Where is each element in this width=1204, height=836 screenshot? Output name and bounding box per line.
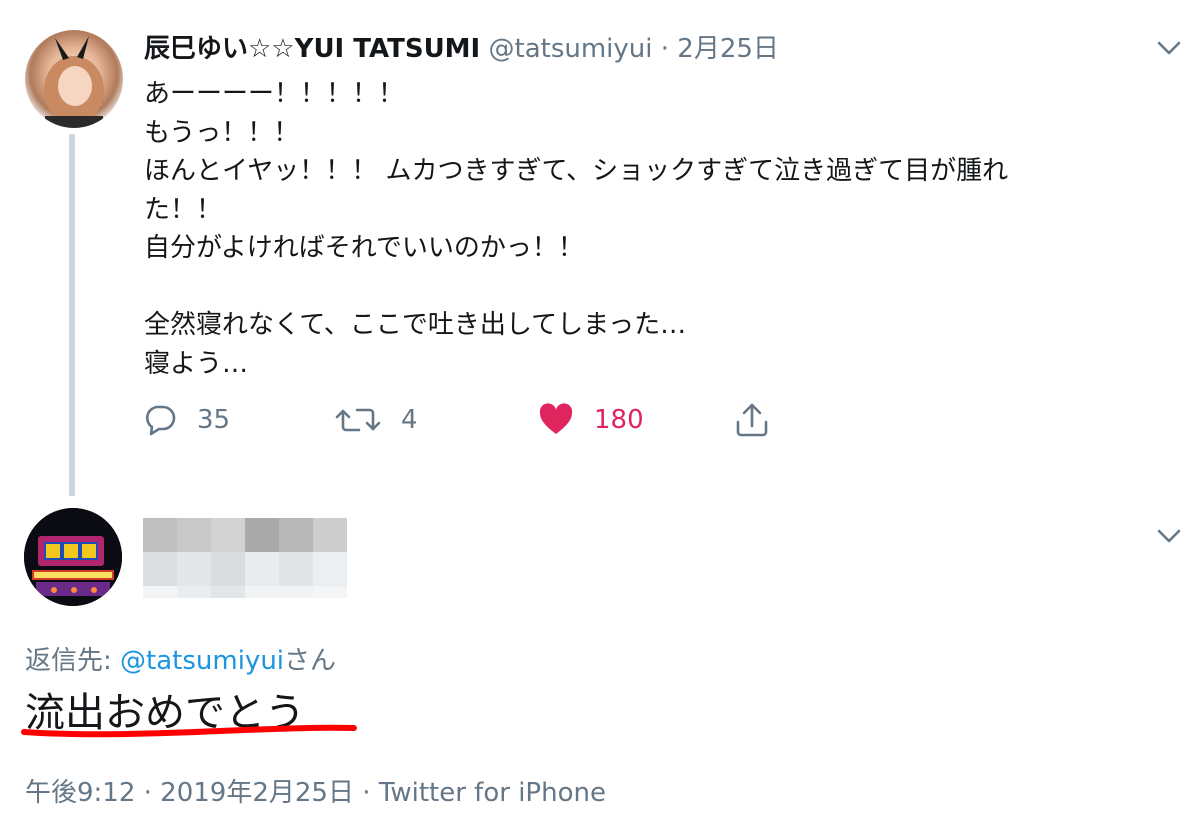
retweet-button[interactable]: 4 (335, 398, 418, 442)
tweet-line: 全然寝れなくて、ここで吐き出してしまった… (144, 310, 687, 340)
tweet-text: あーーーー！！！！！ もうっ！！！ ほんとイヤッ！！！ ムカつきすぎて、ショック… (144, 75, 1164, 383)
tweet-line: ほんとイヤッ！！！ ムカつきすぎて、ショックすぎて泣き過ぎて目が腫れ (144, 156, 1009, 186)
author-display-name[interactable]: 辰巳ゆい☆☆YUI TATSUMI (144, 34, 480, 64)
redacted-username (143, 518, 347, 598)
tweet-line (144, 268, 1164, 307)
reply-button[interactable]: 35 (143, 398, 230, 442)
chevron-down-icon[interactable] (1156, 38, 1182, 58)
header-separator: · (660, 34, 670, 64)
reply-handle-link[interactable]: @tatsumiyui (120, 646, 284, 676)
tweet-line: 寝よう… (144, 348, 249, 379)
share-button[interactable] (735, 398, 789, 442)
reply-count: 35 (197, 405, 231, 435)
chevron-down-icon[interactable] (1156, 526, 1182, 546)
share-upload-icon (736, 403, 768, 437)
red-underline-annotation (21, 724, 357, 738)
tweet-timestamp[interactable]: 午後9:12 · 2019年2月25日 · Twitter for iPhone (25, 772, 606, 809)
reply-context: 返信先: @tatsumiyuiさん (25, 640, 336, 677)
tweet-header: 辰巳ゆい☆☆YUI TATSUMI @tatsumiyui · 2月25日 (144, 28, 779, 65)
tweet-date[interactable]: 2月25日 (677, 34, 779, 64)
like-button[interactable]: 180 (538, 398, 644, 442)
tweet-line: あーーーー！！！！！ (144, 79, 405, 109)
tweet-line: た！！ (144, 194, 223, 225)
tweet-line: 自分がよければそれでいいのかっ！！ (144, 233, 584, 263)
tweet-line: もうっ！！！ (144, 117, 300, 148)
author-avatar[interactable] (25, 30, 123, 128)
heart-icon (539, 403, 573, 434)
reply-suffix: さん (284, 646, 337, 676)
speech-bubble-icon (145, 405, 176, 436)
reply-prefix: 返信先: (25, 646, 121, 676)
like-count: 180 (594, 405, 644, 435)
retweet-arrows-icon (335, 408, 381, 432)
author-handle[interactable]: @tatsumiyui (489, 34, 653, 64)
thread-connector-line (69, 134, 75, 496)
replier-avatar[interactable] (24, 508, 122, 606)
retweet-count: 4 (401, 405, 418, 435)
